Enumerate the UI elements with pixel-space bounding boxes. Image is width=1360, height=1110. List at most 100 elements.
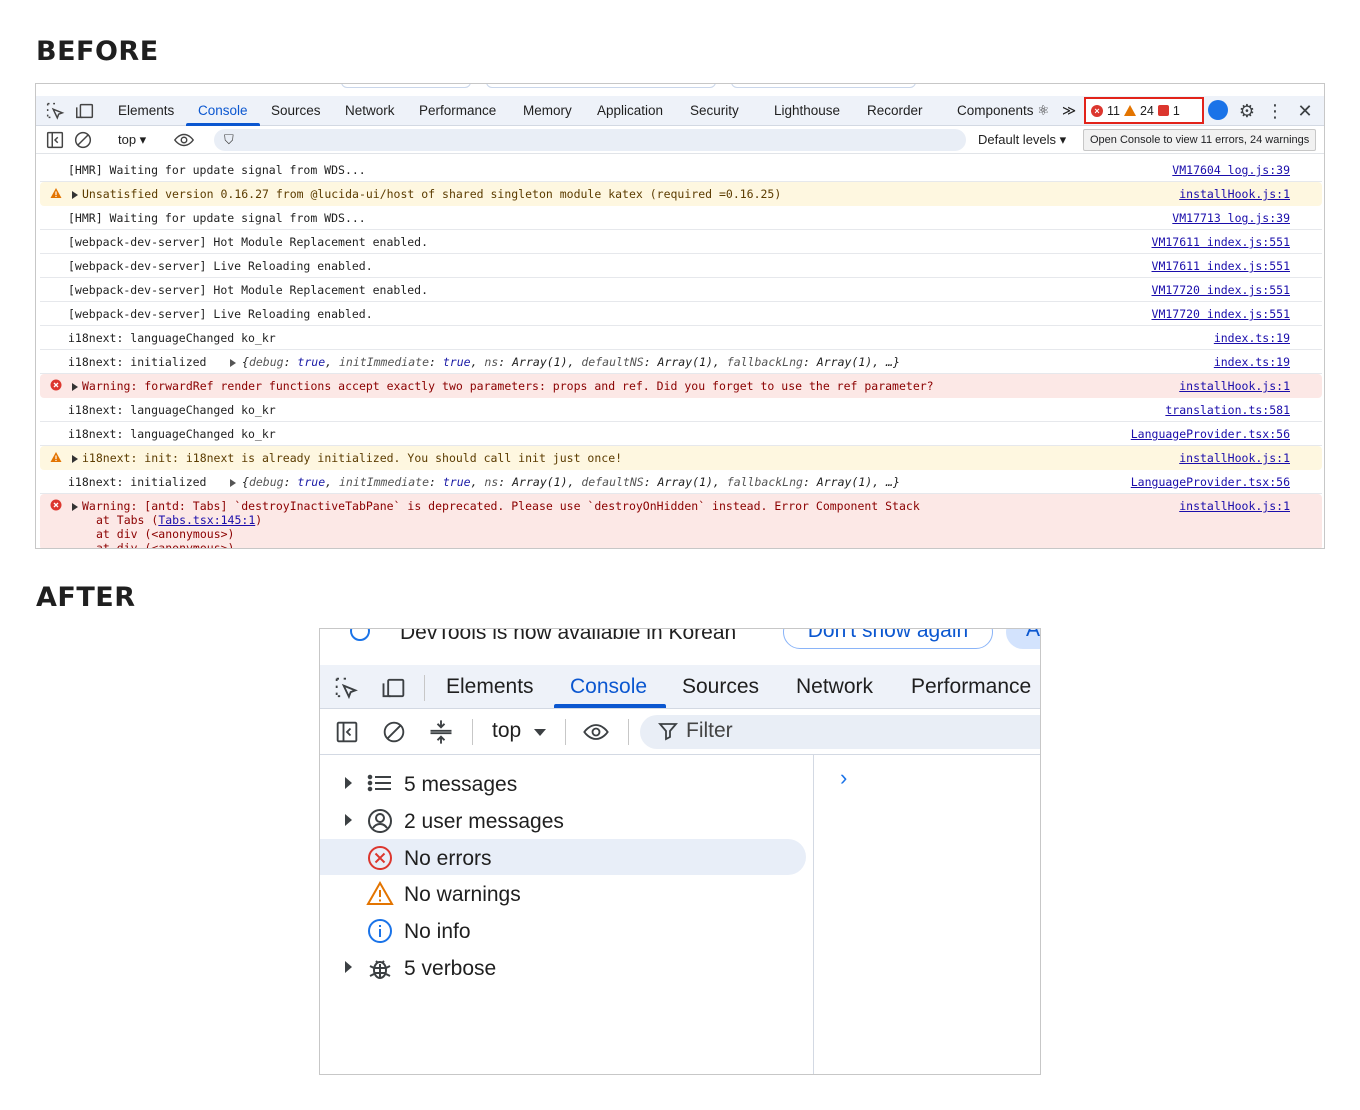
log-source-link[interactable]: installHook.js:1 [1179, 379, 1290, 393]
log-source-link[interactable]: installHook.js:1 [1179, 451, 1290, 465]
info-icon [350, 629, 370, 641]
sidebar-item-bug[interactable]: 5 verbose [320, 949, 806, 985]
after-heading: AFTER [36, 582, 136, 613]
tab-application[interactable]: Application [597, 103, 663, 118]
settings-gear-icon[interactable]: ⚙ [1236, 100, 1258, 122]
tab-console[interactable]: Console [198, 103, 248, 118]
expand-arrow-icon[interactable] [72, 503, 78, 511]
tab-recorder[interactable]: Recorder [867, 103, 923, 118]
tab-sources[interactable]: Sources [271, 103, 321, 118]
divider [424, 675, 425, 701]
log-row: i18next: languageChanged ko_kr LanguagePr… [40, 422, 1322, 446]
log-source-link[interactable]: VM17720 index.js:551 [1152, 283, 1290, 297]
expand-arrow-icon[interactable] [72, 191, 78, 199]
sidebar-item-warning[interactable]: No warnings [320, 875, 806, 911]
tab-memory[interactable]: Memory [523, 103, 572, 118]
console-toolbar: top Filter [320, 709, 1040, 755]
log-message: Unsatisfied version 0.16.27 from @lucida… [82, 187, 782, 201]
inspect-element-icon[interactable] [332, 674, 360, 702]
error-icon [366, 844, 394, 872]
device-toolbar-icon[interactable] [74, 100, 96, 122]
more-tabs-button[interactable]: ≫ [1062, 103, 1076, 119]
tab-bar: Elements Console Sources Network Perform… [320, 665, 1040, 709]
ai-assistance-icon[interactable] [1208, 100, 1228, 120]
log-source-link[interactable]: VM17713 log.js:39 [1172, 211, 1290, 225]
dont-show-again-button[interactable]: Don't show again [783, 629, 993, 649]
log-row: [HMR] Waiting for update signal from WDS… [40, 206, 1322, 230]
expand-arrow-icon[interactable] [230, 479, 236, 487]
log-source-link[interactable]: installHook.js:1 [1179, 499, 1290, 513]
log-source-link[interactable]: index.ts:19 [1214, 331, 1290, 345]
expand-arrow-icon[interactable] [345, 961, 352, 973]
expand-arrow-icon[interactable] [72, 383, 78, 391]
tab-security[interactable]: Security [690, 103, 739, 118]
sidebar-item-user[interactable]: 2 user messages [320, 802, 806, 838]
before-devtools-panel: Elements Console Sources Network Perform… [35, 83, 1325, 549]
stack-frame: at div (<anonymous>) [96, 527, 235, 541]
log-source-link[interactable]: translation.ts:581 [1165, 403, 1290, 417]
sidebar-item-info[interactable]: No info [320, 912, 806, 948]
clear-console-icon[interactable] [380, 718, 408, 746]
device-toolbar-icon[interactable] [380, 674, 408, 702]
error-icon: × [1091, 104, 1103, 117]
tab-lighthouse[interactable]: Lighthouse [774, 103, 840, 118]
tab-sources[interactable]: Sources [682, 675, 759, 699]
sidebar-toggle-icon[interactable] [44, 129, 66, 151]
sidebar-item-error[interactable]: No errors [320, 838, 806, 875]
log-source-link[interactable]: index.ts:19 [1214, 355, 1290, 369]
sidebar-toggle-icon[interactable] [333, 718, 361, 746]
tab-performance[interactable]: Performance [911, 675, 1031, 699]
user-icon [366, 807, 394, 835]
stack-source-link[interactable]: Tabs.tsx:145:1 [158, 513, 255, 527]
divider [565, 719, 566, 745]
tab-network[interactable]: Network [796, 675, 873, 699]
log-message: i18next: languageChanged ko_kr [68, 403, 276, 417]
log-source-link[interactable]: VM17611 index.js:551 [1152, 259, 1290, 273]
log-message: [webpack-dev-server] Live Reloading enab… [68, 307, 373, 321]
warning-icon [50, 452, 62, 462]
clear-console-icon[interactable] [72, 129, 94, 151]
tab-network[interactable]: Network [345, 103, 395, 118]
tab-elements[interactable]: Elements [118, 103, 174, 118]
filter-icon: ⛉ [224, 132, 234, 147]
live-expression-eye-icon[interactable] [582, 718, 610, 746]
log-row: [HMR] Waiting for update signal from WDS… [40, 158, 1322, 182]
log-source-link[interactable]: VM17604 log.js:39 [1172, 163, 1290, 177]
log-source-link[interactable]: LanguageProvider.tsx:56 [1131, 475, 1290, 489]
console-toolbar: top ▾ ⛉ Default levels ▾ Open Console to… [36, 126, 1324, 154]
filter-input[interactable]: ⛉ [214, 129, 966, 151]
tab-console[interactable]: Console [570, 675, 647, 699]
tab-performance[interactable]: Performance [419, 103, 496, 118]
list-icon [366, 770, 394, 798]
log-source-link[interactable]: VM17720 index.js:551 [1152, 307, 1290, 321]
live-expression-eye-icon[interactable] [173, 129, 195, 151]
inspect-element-icon[interactable] [44, 100, 66, 122]
more-options-icon[interactable]: ⋮ [1264, 100, 1286, 122]
expand-arrow-icon[interactable] [230, 359, 236, 367]
stack-frame: at div (<anonymous>) [96, 541, 235, 549]
log-source-link[interactable]: LanguageProvider.tsx:56 [1131, 427, 1290, 441]
context-selector[interactable]: top ▾ [118, 132, 146, 148]
expand-arrow-icon[interactable] [345, 777, 352, 789]
console-prompt-chevron-icon[interactable]: › [840, 765, 856, 790]
issue-counts-button[interactable]: × 11 24 1 [1084, 97, 1204, 124]
language-banner: DevTools is now available in Korean Don'… [320, 629, 1040, 651]
log-object-preview: {debug: true, initImmediate: true, ns: A… [242, 475, 900, 489]
expand-arrow-icon[interactable] [345, 813, 352, 826]
log-row: i18next: languageChanged ko_kr translatio… [40, 398, 1322, 422]
log-message: i18next: languageChanged ko_kr [68, 427, 276, 441]
tab-components[interactable]: Components ⚛ [957, 103, 1049, 119]
collapse-groups-icon[interactable] [427, 718, 455, 746]
sidebar-item-label: No errors [404, 846, 492, 870]
log-source-link[interactable]: installHook.js:1 [1179, 187, 1290, 201]
tab-elements[interactable]: Elements [446, 675, 534, 699]
close-icon[interactable]: ✕ [1294, 100, 1316, 122]
expand-arrow-icon[interactable] [72, 455, 78, 463]
log-source-link[interactable]: VM17611 index.js:551 [1152, 235, 1290, 249]
context-selector[interactable]: top [492, 719, 521, 743]
banner-action-button[interactable]: A [1006, 629, 1040, 649]
log-levels-dropdown[interactable]: Default levels ▾ [978, 132, 1066, 148]
warning-icon [1123, 105, 1136, 116]
sidebar-item-list[interactable]: 5 messages [320, 765, 806, 801]
issue-counts-tooltip: Open Console to view 11 errors, 24 warni… [1083, 129, 1317, 151]
